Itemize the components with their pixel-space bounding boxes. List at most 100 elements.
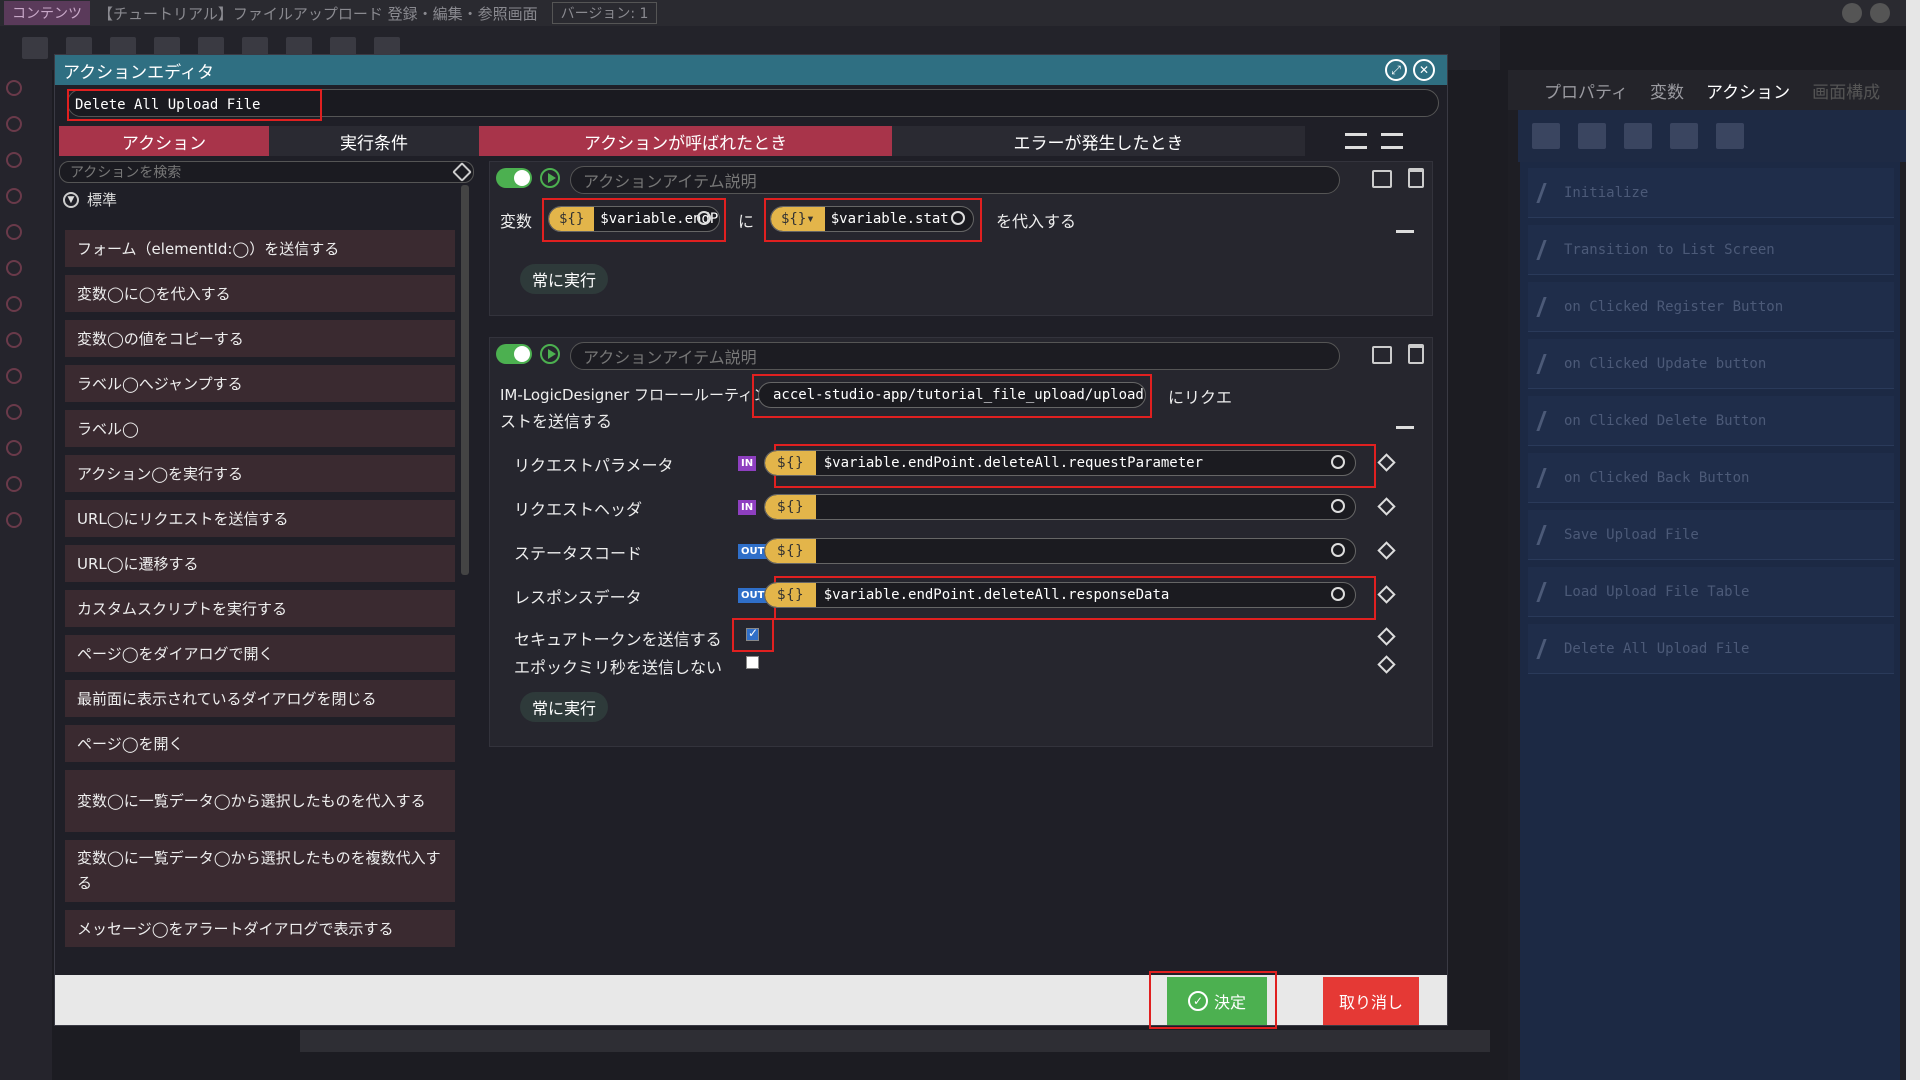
search-icon[interactable] — [697, 211, 711, 225]
collapse-icon[interactable] — [1396, 426, 1414, 438]
trash-icon[interactable] — [1408, 344, 1424, 364]
rail-item[interactable] — [0, 466, 52, 502]
rail-item[interactable] — [0, 106, 52, 142]
flow-routing-field[interactable]: accel-studio-app/tutorial_file_upload/up… — [758, 382, 1146, 408]
rail-item[interactable] — [0, 394, 52, 430]
action-list-item[interactable]: on Clicked Back Button — [1528, 453, 1894, 503]
action-item[interactable]: メッセージ◯をアラートダイアログで表示する — [65, 910, 455, 947]
export-icon[interactable] — [1624, 123, 1652, 149]
duplicate-icon[interactable] — [1578, 123, 1606, 149]
copy-icon[interactable] — [1372, 170, 1392, 188]
cancel-button[interactable]: 取り消し — [1323, 977, 1419, 1025]
copy-icon[interactable] — [1372, 346, 1392, 364]
request-parameter-field[interactable]: ${} $variable.endPoint.deleteAll.request… — [764, 450, 1356, 476]
category-standard[interactable]: ▼ 標準 — [63, 189, 117, 210]
action-item[interactable]: 変数◯に一覧データ◯から選択したものを複数代入する — [65, 840, 455, 902]
expand-all-icon[interactable] — [1345, 133, 1367, 149]
rail-item[interactable] — [0, 502, 52, 538]
action-list-item[interactable]: on Clicked Update button — [1528, 339, 1894, 389]
collapse-icon[interactable] — [1396, 230, 1414, 242]
secure-token-checkbox[interactable] — [746, 626, 759, 641]
action-item[interactable]: ラベル◯へジャンプする — [65, 365, 455, 402]
rail-item[interactable] — [0, 70, 52, 106]
collapse-all-icon[interactable] — [1381, 133, 1403, 149]
tab-on-called[interactable]: アクションが呼ばれたとき — [479, 126, 892, 156]
tab-actions[interactable]: アクション — [1706, 78, 1790, 103]
search-icon[interactable] — [1331, 499, 1345, 513]
clear-icon[interactable] — [1377, 497, 1396, 516]
search-icon[interactable] — [1331, 543, 1345, 557]
action-list-item[interactable]: Delete All Upload File — [1528, 624, 1894, 674]
enable-toggle[interactable] — [496, 168, 532, 188]
action-list-item[interactable]: Save Upload File — [1528, 510, 1894, 560]
variable-target-field[interactable]: ${} $variable.endP — [548, 206, 720, 232]
action-item-description-input[interactable]: アクションアイテム説明 — [570, 166, 1340, 194]
response-data-field[interactable]: ${} $variable.endPoint.deleteAll.respons… — [764, 582, 1356, 608]
search-icon[interactable] — [951, 211, 965, 225]
import-icon[interactable] — [1670, 123, 1698, 149]
action-item-description-input[interactable]: アクションアイテム説明 — [570, 342, 1340, 370]
always-run-button[interactable]: 常に実行 — [520, 264, 609, 294]
action-item[interactable]: ページ◯をダイアログで開く — [65, 635, 455, 672]
user-icon[interactable] — [1842, 3, 1862, 23]
rail-item[interactable] — [0, 322, 52, 358]
action-list-item[interactable]: Load Upload File Table — [1528, 567, 1894, 617]
action-item[interactable]: カスタムスクリプトを実行する — [65, 590, 455, 627]
action-item[interactable]: フォーム（elementId:◯）を送信する — [65, 230, 455, 267]
clear-icon[interactable] — [1377, 585, 1396, 604]
variable-source-field[interactable]: ${} ▾ $variable.stat — [770, 206, 974, 232]
tab-conditions[interactable]: 実行条件 — [269, 126, 479, 156]
tab-properties[interactable]: プロパティ — [1544, 78, 1628, 103]
ok-button[interactable]: ✓ 決定 — [1167, 977, 1267, 1025]
action-item[interactable]: ラベル◯ — [65, 410, 455, 447]
clear-icon[interactable] — [1377, 453, 1396, 472]
action-item[interactable]: 変数◯に◯を代入する — [65, 275, 455, 312]
action-item[interactable]: URL◯にリクエストを送信する — [65, 500, 455, 537]
request-header-field[interactable]: ${} — [764, 494, 1356, 520]
search-icon[interactable] — [1331, 587, 1345, 601]
expression-dropdown-badge[interactable]: ${} ▾ — [771, 207, 825, 231]
close-icon[interactable]: ✕ — [1413, 59, 1435, 81]
action-search-input[interactable]: アクションを検索 — [59, 161, 474, 183]
menu-icon[interactable] — [22, 37, 48, 59]
tab-actions-list[interactable]: アクション — [59, 126, 269, 156]
enable-toggle[interactable] — [496, 344, 532, 364]
rail-item[interactable] — [0, 358, 52, 394]
clear-icon[interactable] — [1377, 541, 1396, 560]
clear-search-icon[interactable] — [452, 162, 472, 182]
action-list-item[interactable]: on Clicked Register Button — [1528, 282, 1894, 332]
add-action-icon[interactable] — [1532, 123, 1560, 149]
action-list-item[interactable]: on Clicked Delete Button — [1528, 396, 1894, 446]
action-item[interactable]: 変数◯に一覧データ◯から選択したものを代入する — [65, 770, 455, 832]
trash-icon[interactable] — [1408, 168, 1424, 188]
epoch-checkbox[interactable] — [746, 656, 759, 669]
clear-icon[interactable] — [1377, 627, 1396, 646]
action-item[interactable]: ページ◯を開く — [65, 725, 455, 762]
action-name-value[interactable]: Delete All Upload File — [67, 89, 322, 121]
rail-item[interactable] — [0, 178, 52, 214]
always-run-button[interactable]: 常に実行 — [520, 692, 609, 722]
status-code-field[interactable]: ${} — [764, 538, 1356, 564]
action-list-scrollbar[interactable] — [461, 185, 469, 575]
action-item[interactable]: 最前面に表示されているダイアログを閉じる — [65, 680, 455, 717]
window-scrollbar[interactable] — [1906, 0, 1920, 1080]
play-icon[interactable] — [540, 344, 560, 364]
action-list-item[interactable]: Initialize — [1528, 168, 1894, 218]
action-item[interactable]: URL◯に遷移する — [65, 545, 455, 582]
action-list-item[interactable]: Transition to List Screen — [1528, 225, 1894, 275]
tab-screen-structure[interactable]: 画面構成 — [1812, 78, 1880, 103]
rail-item[interactable] — [0, 214, 52, 250]
tab-variables[interactable]: 変数 — [1650, 78, 1684, 103]
expand-icon[interactable]: ⤢ — [1385, 59, 1407, 81]
action-item[interactable]: アクション◯を実行する — [65, 455, 455, 492]
rail-item[interactable] — [0, 250, 52, 286]
move-icon[interactable] — [1716, 123, 1744, 149]
action-item[interactable]: 変数◯の値をコピーする — [65, 320, 455, 357]
play-icon[interactable] — [540, 168, 560, 188]
clear-icon[interactable] — [1377, 655, 1396, 674]
tab-on-error[interactable]: エラーが発生したとき — [892, 126, 1305, 156]
rail-item[interactable] — [0, 286, 52, 322]
rail-item[interactable] — [0, 142, 52, 178]
lock-icon[interactable] — [1870, 3, 1890, 23]
search-icon[interactable] — [1331, 455, 1345, 469]
